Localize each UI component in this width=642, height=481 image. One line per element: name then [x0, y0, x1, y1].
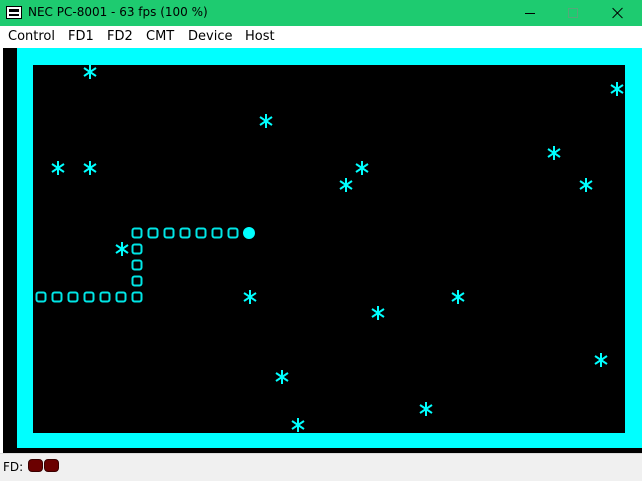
star-item [291, 417, 305, 432]
menu-device[interactable]: Device [188, 26, 232, 48]
game-playfield[interactable] [33, 65, 625, 433]
snake-body-segment [163, 227, 175, 239]
star-item [339, 177, 353, 192]
snake-body-segment [131, 243, 143, 255]
snake-body-segment [35, 291, 47, 303]
star-item [259, 113, 273, 128]
star-item [355, 160, 369, 175]
snake-body-segment [211, 227, 223, 239]
star-item [419, 401, 433, 416]
window-title: NEC PC-8001 - 63 fps (100 %) [28, 5, 208, 19]
star-item [594, 352, 608, 367]
star-item [51, 160, 65, 175]
star-item [83, 160, 97, 175]
close-icon [612, 7, 624, 19]
minimize-icon [525, 12, 535, 14]
snake-body-segment [51, 291, 63, 303]
fd2-access-led [44, 459, 59, 472]
snake-body-segment [131, 275, 143, 287]
status-bar: FD: [0, 453, 642, 481]
snake-body-segment [67, 291, 79, 303]
fd1-access-led [28, 459, 43, 472]
fd-status-label: FD: [3, 460, 24, 474]
snake-body-segment [195, 227, 207, 239]
snake-body-segment [115, 291, 127, 303]
snake-body-segment [83, 291, 95, 303]
star-item [243, 289, 257, 304]
menu-host[interactable]: Host [245, 26, 275, 48]
title-bar[interactable]: NEC PC-8001 - 63 fps (100 %) [0, 0, 642, 26]
star-item [275, 369, 289, 384]
menu-cmt[interactable]: CMT [146, 26, 174, 48]
star-item [579, 177, 593, 192]
star-item [610, 81, 624, 96]
snake-body-segment [179, 227, 191, 239]
minimize-button[interactable] [508, 0, 552, 26]
menu-control[interactable]: Control [8, 26, 55, 48]
snake-body-segment [147, 227, 159, 239]
star-item [115, 241, 129, 256]
snake-body-segment [227, 227, 239, 239]
screen-left-edge [0, 48, 3, 453]
maximize-icon [568, 8, 578, 18]
menu-bar: Control FD1 FD2 CMT Device Host [0, 26, 642, 48]
snake-body-segment [131, 291, 143, 303]
star-item [371, 305, 385, 320]
maximize-button[interactable] [551, 0, 595, 26]
app-icon[interactable] [6, 6, 22, 19]
snake-head [243, 227, 255, 239]
snake-body-segment [131, 227, 143, 239]
emulator-screen[interactable] [0, 48, 642, 453]
close-button[interactable] [594, 0, 642, 26]
snake-body-segment [99, 291, 111, 303]
snake-body-segment [131, 259, 143, 271]
star-item [547, 145, 561, 160]
star-item [83, 64, 97, 79]
menu-fd1[interactable]: FD1 [68, 26, 94, 48]
star-item [451, 289, 465, 304]
menu-fd2[interactable]: FD2 [107, 26, 133, 48]
